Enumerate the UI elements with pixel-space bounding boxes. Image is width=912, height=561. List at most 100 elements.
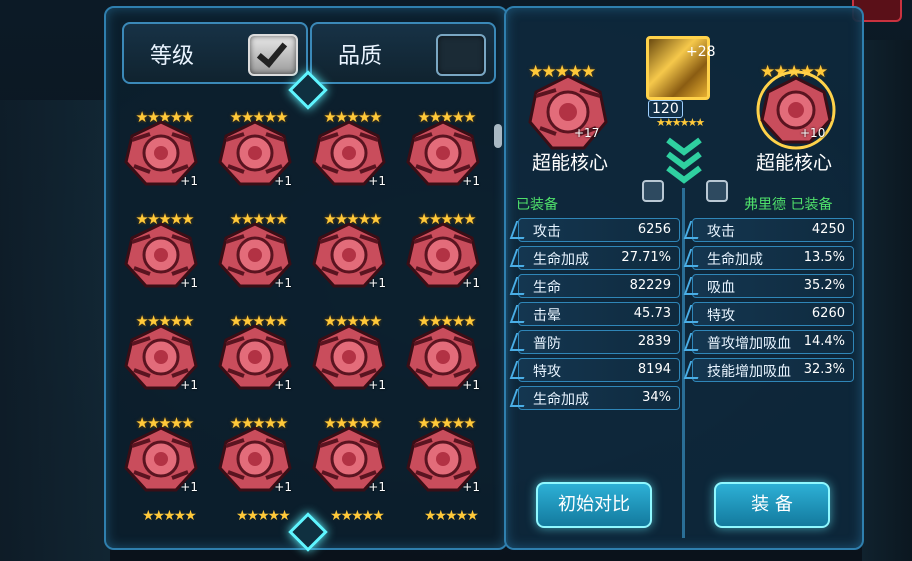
item-plus: +1 — [462, 174, 480, 188]
stat-row: 普攻增加吸血 14.4% — [692, 330, 854, 354]
stat-value: 13.5% — [803, 250, 845, 265]
item-plus: +1 — [274, 378, 292, 392]
stat-row: 生命 82229 — [518, 274, 680, 298]
inventory-item[interactable]: ★★★★★ +1 — [400, 104, 486, 200]
inventory-item[interactable]: ★★★★★ +1 — [400, 308, 486, 404]
item-plus: +1 — [368, 480, 386, 494]
left-item-core-icon[interactable] — [526, 72, 610, 152]
scroll-up-arrow-icon[interactable] — [282, 76, 330, 98]
item-plus: +1 — [462, 276, 480, 290]
stat-name: 生命加成 — [533, 392, 589, 408]
scroll-down-arrow-icon[interactable] — [282, 518, 330, 540]
partial-row-stars: ★★★★★ — [424, 508, 479, 524]
stat-value: 4250 — [811, 222, 845, 237]
background-right-decoration — [862, 40, 912, 561]
stat-value: 45.73 — [633, 306, 671, 321]
stat-row: 生命加成 27.71% — [518, 246, 680, 270]
stat-row: 击晕 45.73 — [518, 302, 680, 326]
stat-row: 吸血 35.2% — [692, 274, 854, 298]
left-item-status: 已装备 — [516, 197, 558, 213]
right-item-name: 超能核心 — [756, 152, 833, 174]
inventory-item[interactable]: ★★★★★ +1 — [118, 206, 204, 302]
stat-row: 特攻 6260 — [692, 302, 854, 326]
scrollbar[interactable] — [494, 124, 502, 148]
stat-name: 技能增加吸血 — [707, 364, 791, 380]
stat-name: 吸血 — [707, 280, 735, 296]
filter-quality-checkbox[interactable] — [436, 34, 486, 76]
stat-value: 2839 — [637, 334, 671, 349]
stat-row: 技能增加吸血 32.3% — [692, 358, 854, 382]
stat-row: 生命加成 13.5% — [692, 246, 854, 270]
stat-value: 27.71% — [621, 250, 671, 265]
lock-icon[interactable] — [706, 180, 728, 202]
item-plus: +1 — [368, 174, 386, 188]
inventory-panel: 等级 品质 ★★★★★ +1 ★★★★★ +1 ★★★★★ +1 ★★★★★ +1 ★★★★★ +… — [104, 6, 508, 550]
stat-name: 击晕 — [533, 308, 561, 324]
inventory-item[interactable]: ★★★★★ +1 — [400, 410, 486, 506]
filter-level-label: 等级 — [150, 44, 195, 69]
inventory-item[interactable]: ★★★★★ +1 — [306, 308, 392, 404]
compare-button[interactable]: 初始对比 — [536, 482, 652, 528]
column-divider — [682, 188, 685, 538]
equip-button[interactable]: 装 备 — [714, 482, 830, 528]
item-plus: +1 — [180, 276, 198, 290]
stat-row: 生命加成 34% — [518, 386, 680, 410]
stat-value: 14.4% — [803, 334, 845, 349]
compare-panel: ★★★★★ +17 超能核心 +28 120 ★★★★★★ ★★★★★ +10 … — [504, 6, 864, 550]
inventory-item[interactable]: ★★★★★ +1 — [400, 206, 486, 302]
item-plus: +1 — [274, 276, 292, 290]
left-item-name: 超能核心 — [532, 152, 609, 174]
inventory-item[interactable]: ★★★★★ +1 — [306, 206, 392, 302]
partial-row-stars: ★★★★★ — [330, 508, 385, 524]
inventory-item[interactable]: ★★★★★ +1 — [306, 410, 392, 506]
item-plus: +1 — [462, 378, 480, 392]
partial-row-stars: ★★★★★ — [142, 508, 197, 524]
right-item-status: 弗里德 已装备 — [744, 197, 833, 213]
filter-level-checkbox[interactable] — [248, 34, 298, 76]
item-plus: +1 — [274, 174, 292, 188]
partial-row-stars: ★★★★★ — [236, 508, 291, 524]
stat-name: 生命 — [533, 280, 561, 296]
inventory-item[interactable]: ★★★★★ +1 — [212, 206, 298, 302]
hero-stars: ★★★★★★ — [656, 116, 705, 129]
item-plus: +1 — [180, 480, 198, 494]
stat-value: 32.3% — [803, 362, 845, 377]
item-plus: +1 — [462, 480, 480, 494]
inventory-item[interactable]: ★★★★★ +1 — [212, 308, 298, 404]
right-item-core-icon[interactable] — [754, 70, 838, 150]
filter-level[interactable]: 等级 — [122, 22, 308, 84]
stat-value: 35.2% — [803, 278, 845, 293]
stat-row: 特攻 8194 — [518, 358, 680, 382]
inventory-item[interactable]: ★★★★★ +1 — [212, 410, 298, 506]
stat-value: 82229 — [629, 278, 671, 293]
stat-name: 生命加成 — [707, 252, 763, 268]
stat-name: 普防 — [533, 336, 561, 352]
stat-row: 普防 2839 — [518, 330, 680, 354]
filter-quality[interactable]: 品质 — [310, 22, 496, 84]
item-plus: +1 — [368, 276, 386, 290]
inventory-item[interactable]: ★★★★★ +1 — [118, 308, 204, 404]
stat-name: 攻击 — [533, 224, 561, 240]
item-grid: ★★★★★ +1 ★★★★★ +1 ★★★★★ +1 ★★★★★ +1 ★★★★★ +1 ★★★★★… — [118, 104, 494, 514]
stat-name: 普攻增加吸血 — [707, 336, 791, 352]
stat-row: 攻击 6256 — [518, 218, 680, 242]
chevron-down-icon — [666, 137, 702, 184]
stat-row: 攻击 4250 — [692, 218, 854, 242]
left-item-plus: +17 — [574, 126, 600, 140]
lock-icon[interactable] — [642, 180, 664, 202]
stat-name: 特攻 — [707, 308, 735, 324]
inventory-item[interactable]: ★★★★★ +1 — [118, 104, 204, 200]
stat-value: 34% — [642, 390, 671, 405]
inventory-item[interactable]: ★★★★★ +1 — [118, 410, 204, 506]
inventory-item[interactable]: ★★★★★ +1 — [306, 104, 392, 200]
filter-quality-label: 品质 — [338, 44, 383, 69]
stat-name: 特攻 — [533, 364, 561, 380]
background-left-decoration — [0, 100, 110, 561]
bottom-decoration — [210, 546, 770, 561]
stat-name: 攻击 — [707, 224, 735, 240]
item-plus: +1 — [368, 378, 386, 392]
item-plus: +1 — [274, 480, 292, 494]
stat-name: 生命加成 — [533, 252, 589, 268]
inventory-item[interactable]: ★★★★★ +1 — [212, 104, 298, 200]
hero-plus: +28 — [686, 44, 716, 60]
